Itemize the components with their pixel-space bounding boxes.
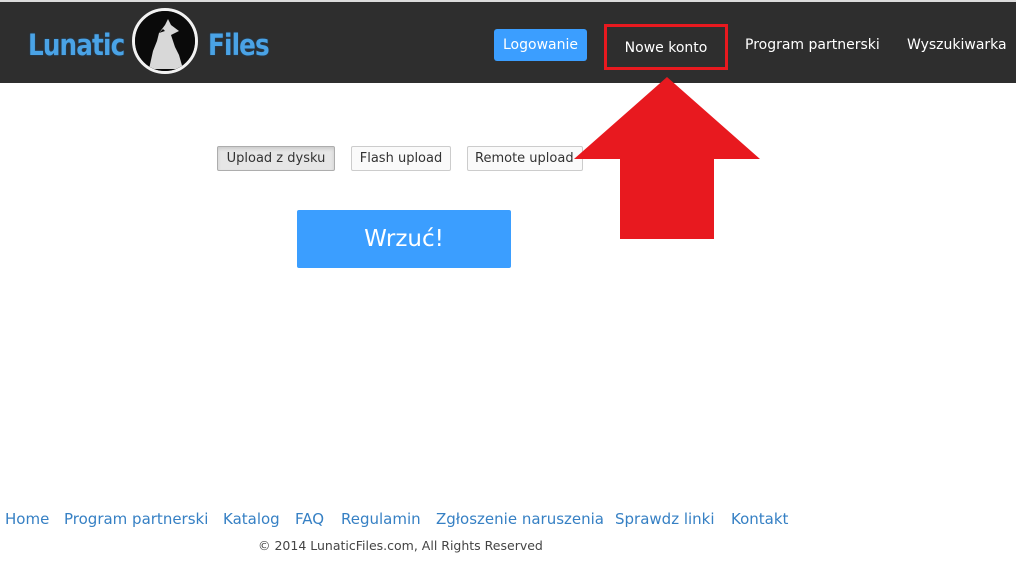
- tab-flash-upload[interactable]: Flash upload: [351, 146, 451, 171]
- footer-link-contact[interactable]: Kontakt: [731, 510, 788, 528]
- partner-program-link[interactable]: Program partnerski: [745, 29, 890, 61]
- logo-text-left: Lunatic: [28, 28, 125, 62]
- footer-link-faq[interactable]: FAQ: [295, 510, 324, 528]
- footer-link-catalog[interactable]: Katalog: [223, 510, 280, 528]
- copyright-text: © 2014 LunaticFiles.com, All Rights Rese…: [258, 538, 543, 553]
- footer-link-report[interactable]: Zgłoszenie naruszenia: [436, 510, 604, 528]
- tab-upload-disk[interactable]: Upload z dysku: [217, 146, 335, 171]
- footer-link-terms[interactable]: Regulamin: [341, 510, 421, 528]
- logo-text-right: Files: [208, 28, 270, 62]
- upload-submit-button[interactable]: Wrzuć!: [297, 210, 511, 268]
- wolf-howling-icon: [132, 8, 198, 74]
- new-account-link[interactable]: Nowe konto: [604, 24, 728, 70]
- navbar: Lunatic Files Logowanie Nowe konto Progr…: [0, 2, 1016, 83]
- red-arrow-up-icon: [574, 77, 760, 239]
- footer-link-home[interactable]: Home: [5, 510, 49, 528]
- footer-link-partner[interactable]: Program partnerski: [64, 510, 208, 528]
- tab-remote-upload[interactable]: Remote upload: [467, 146, 583, 171]
- footer-link-check-links[interactable]: Sprawdz linki: [615, 510, 715, 528]
- search-link[interactable]: Wyszukiwarka: [907, 29, 1016, 61]
- login-button[interactable]: Logowanie: [494, 29, 587, 61]
